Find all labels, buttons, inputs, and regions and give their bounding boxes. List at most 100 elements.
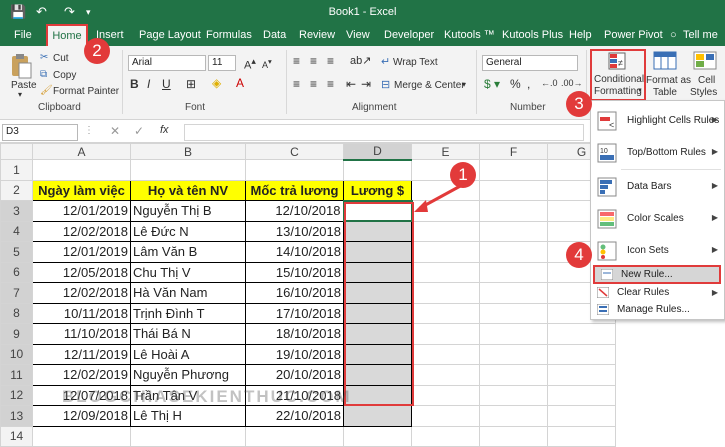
cell[interactable] — [479, 241, 548, 263]
paste-button[interactable]: Paste — [11, 80, 37, 91]
name-cell[interactable]: Trịnh Đình T — [130, 302, 246, 324]
header-cell-pay-date[interactable]: Mốc trả lương — [245, 179, 344, 201]
header-cell-name[interactable]: Họ và tên NV — [130, 179, 246, 201]
pay-date-cell[interactable]: 17/10/2018 — [245, 302, 344, 324]
row-header[interactable]: 8 — [0, 302, 33, 324]
font-grow-icon[interactable]: A▴ — [244, 56, 256, 72]
cell[interactable] — [479, 261, 548, 283]
align-center-icon[interactable]: ≡ — [310, 77, 317, 91]
date-cell[interactable]: 10/11/2018 — [32, 302, 131, 324]
increase-indent-icon[interactable]: ⇥ — [361, 77, 371, 91]
font-shrink-icon[interactable]: A▾ — [262, 57, 272, 70]
cell[interactable] — [32, 159, 131, 181]
font-name-combo[interactable]: Arial — [128, 55, 206, 71]
row-header[interactable]: 10 — [0, 343, 33, 365]
row-header[interactable]: 1 — [0, 159, 33, 181]
align-middle-icon[interactable]: ≡ — [310, 54, 317, 68]
format-as-table-icon[interactable] — [653, 51, 677, 71]
cell[interactable] — [479, 384, 548, 406]
row-header[interactable]: 13 — [0, 405, 33, 427]
row-header[interactable]: 14 — [0, 425, 33, 447]
column-header-b[interactable]: B — [130, 143, 246, 160]
tab-help[interactable]: Help — [569, 29, 592, 41]
cell[interactable] — [479, 425, 548, 447]
salary-cell[interactable] — [343, 405, 412, 427]
date-cell[interactable]: 12/02/2018 — [32, 282, 131, 304]
cell[interactable] — [547, 364, 616, 386]
cell[interactable] — [411, 425, 480, 447]
comma-icon[interactable]: , — [527, 77, 530, 91]
date-cell[interactable]: 12/02/2019 — [32, 364, 131, 386]
format-as-table-button[interactable]: Format as — [646, 75, 691, 86]
cancel-icon[interactable]: ✕ — [110, 124, 120, 138]
cell[interactable] — [479, 179, 548, 201]
menu-item-color-scales[interactable]: Color Scales ▶ — [591, 203, 724, 235]
name-cell[interactable]: Lê Thị H — [130, 405, 246, 427]
row-header[interactable]: 11 — [0, 364, 33, 386]
row-header[interactable]: 9 — [0, 323, 33, 345]
row-header[interactable]: 3 — [0, 200, 33, 222]
align-right-icon[interactable]: ≡ — [327, 77, 334, 91]
pay-date-cell[interactable]: 16/10/2018 — [245, 282, 344, 304]
wrap-text-button[interactable]: Wrap Text — [393, 57, 438, 68]
header-cell-date[interactable]: Ngày làm việc — [32, 179, 131, 201]
cell[interactable] — [411, 343, 480, 365]
name-cell[interactable]: Lê Đức N — [130, 220, 246, 242]
format-painter-button[interactable]: Format Painter — [53, 86, 119, 97]
pay-date-cell[interactable]: 18/10/2018 — [245, 323, 344, 345]
cell[interactable] — [411, 384, 480, 406]
row-header[interactable]: 5 — [0, 241, 33, 263]
column-header-f[interactable]: F — [479, 143, 548, 160]
tab-file[interactable]: File — [14, 29, 32, 41]
cell[interactable] — [479, 405, 548, 427]
menu-item-clear-rules[interactable]: Clear Rules ▶ — [591, 284, 724, 302]
date-cell[interactable]: 12/01/2019 — [32, 241, 131, 263]
date-cell[interactable]: 12/09/2018 — [32, 405, 131, 427]
cell[interactable] — [479, 220, 548, 242]
row-header[interactable]: 6 — [0, 261, 33, 283]
cell[interactable] — [479, 200, 548, 222]
cell[interactable] — [547, 425, 616, 447]
menu-item-new-rule[interactable]: New Rule... — [593, 265, 721, 284]
enter-icon[interactable]: ✓ — [134, 124, 144, 138]
tab-review[interactable]: Review — [299, 29, 335, 41]
name-cell[interactable]: Hà Văn Nam — [130, 282, 246, 304]
name-box[interactable]: D3 — [2, 124, 78, 141]
borders-icon[interactable]: ⊞ — [186, 77, 196, 91]
pay-date-cell[interactable]: 22/10/2018 — [245, 405, 344, 427]
pay-date-cell[interactable]: 12/10/2018 — [245, 200, 344, 222]
cell[interactable] — [479, 282, 548, 304]
cell-styles-button[interactable]: Cell — [698, 75, 715, 86]
menu-item-manage-rules[interactable]: Manage Rules... — [591, 301, 724, 319]
date-cell[interactable]: 12/02/2018 — [32, 220, 131, 242]
column-header-a[interactable]: A — [32, 143, 131, 160]
font-size-combo[interactable]: 11 — [208, 55, 236, 71]
menu-item-icon-sets[interactable]: Icon Sets ▶ — [591, 235, 724, 267]
tab-kutools[interactable]: Kutools ™ — [444, 29, 495, 41]
pay-date-cell[interactable]: 20/10/2018 — [245, 364, 344, 386]
tab-developer[interactable]: Developer — [384, 29, 434, 41]
fill-color-icon[interactable]: ◈ — [212, 76, 221, 90]
insert-function-button[interactable]: fx — [160, 124, 169, 136]
tab-page-layout[interactable]: Page Layout — [139, 29, 201, 41]
cell[interactable] — [245, 159, 344, 181]
number-format-combo[interactable]: General — [482, 55, 578, 71]
tab-home[interactable]: Home — [46, 24, 88, 46]
cell[interactable] — [411, 261, 480, 283]
cell[interactable] — [547, 343, 616, 365]
cell[interactable] — [411, 323, 480, 345]
pay-date-cell[interactable]: 14/10/2018 — [245, 241, 344, 263]
row-header[interactable]: 7 — [0, 282, 33, 304]
paste-icon[interactable] — [10, 52, 32, 80]
bold-icon[interactable]: B — [130, 77, 139, 91]
tab-data[interactable]: Data — [263, 29, 286, 41]
paste-dropdown-icon[interactable]: ▾ — [18, 90, 22, 99]
name-cell[interactable]: Lâm Văn B — [130, 241, 246, 263]
row-header[interactable]: 2 — [0, 179, 33, 201]
cell[interactable] — [479, 343, 548, 365]
cell[interactable] — [547, 384, 616, 406]
tab-power-pivot[interactable]: Power Pivot — [604, 29, 663, 41]
cell[interactable] — [411, 302, 480, 324]
pay-date-cell[interactable]: 13/10/2018 — [245, 220, 344, 242]
cell[interactable] — [411, 241, 480, 263]
